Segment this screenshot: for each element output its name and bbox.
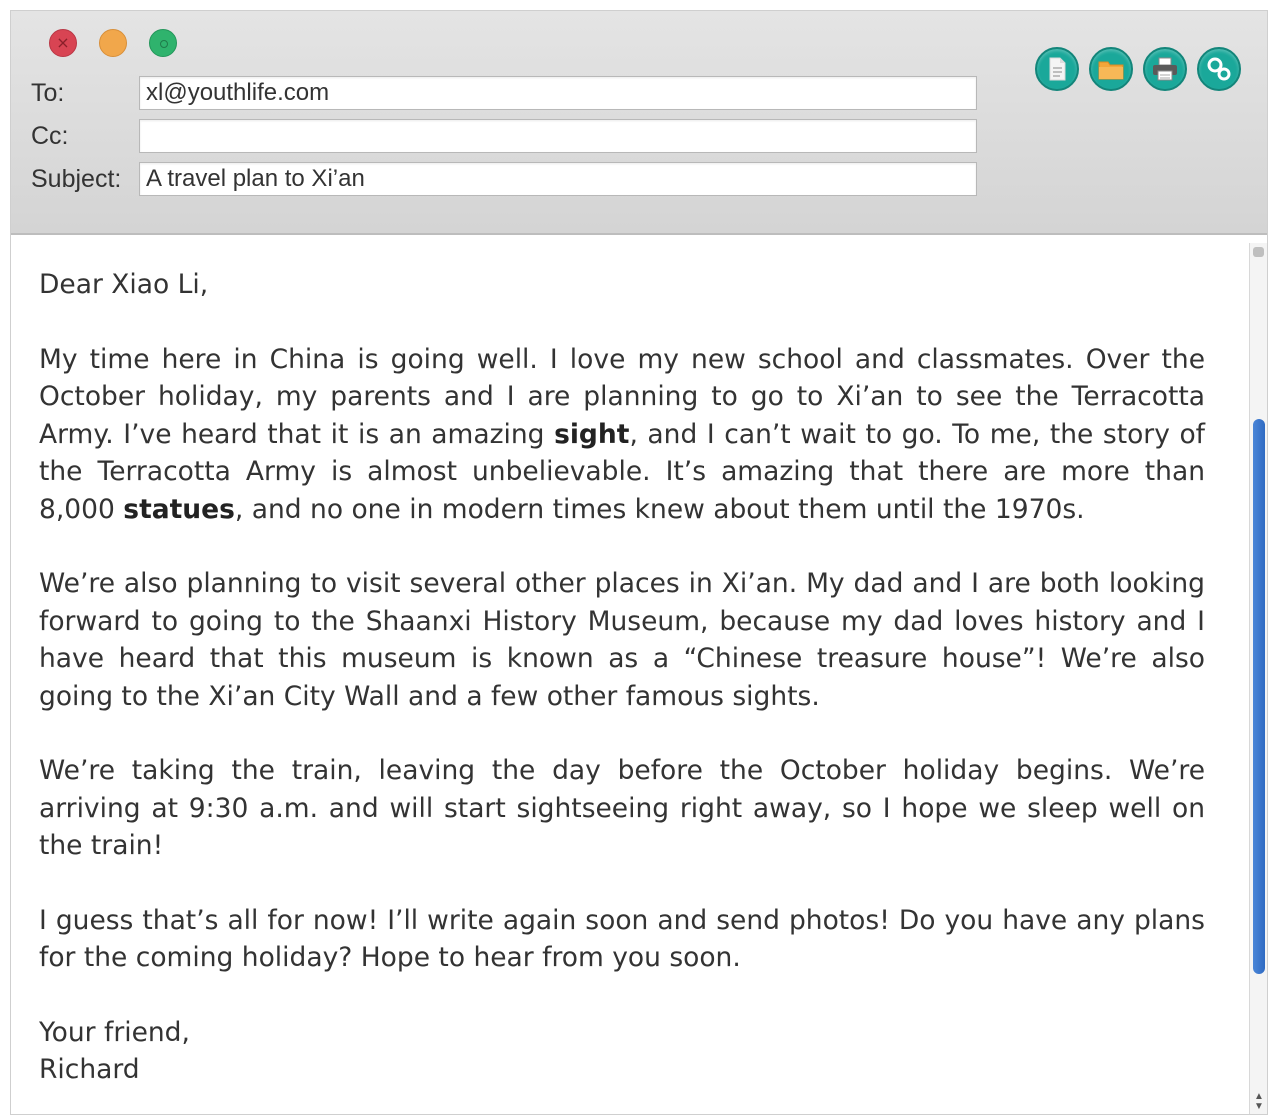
scroll-arrows-icon[interactable]: ▲ ▼ (1252, 1092, 1266, 1112)
folder-icon (1098, 58, 1124, 80)
to-field[interactable] (139, 76, 977, 110)
closing: Your friend, (39, 1016, 190, 1048)
greeting: Dear Xiao Li, (39, 269, 209, 300)
keyword-sight: sight (554, 418, 630, 450)
scroll-track-top (1253, 247, 1264, 257)
document-icon (1047, 57, 1067, 81)
to-label: To: (31, 78, 65, 107)
subject-row: Subject: (31, 161, 977, 197)
to-row: To: (31, 75, 977, 111)
document-button[interactable] (1035, 47, 1079, 91)
paragraph-1: My time here in China is going well. I l… (39, 341, 1205, 529)
compose-header: To: Cc: Subject: (11, 11, 1267, 235)
paragraph-1-part-d: , and no one in modern times knew about … (234, 493, 1085, 525)
cc-row: Cc: (31, 118, 977, 154)
printer-icon (1152, 57, 1178, 81)
message-body[interactable]: Dear Xiao Li, My time here in China is g… (39, 266, 1205, 1089)
print-button[interactable] (1143, 47, 1187, 91)
paragraph-2: We’re also planning to visit several oth… (39, 568, 1205, 712)
settings-button[interactable] (1197, 47, 1241, 91)
maximize-window-button[interactable] (149, 29, 177, 57)
subject-label: Subject: (31, 164, 122, 193)
scroll-thumb[interactable] (1253, 419, 1265, 974)
paragraph-4: I guess that’s all for now! I’ll write a… (39, 904, 1205, 974)
folder-button[interactable] (1089, 47, 1133, 91)
vertical-scrollbar[interactable]: ▲ ▼ (1249, 243, 1267, 1114)
signature: Richard (39, 1054, 140, 1085)
paragraph-3: We’re taking the train, leaving the day … (39, 755, 1205, 861)
keyword-statues: statues (123, 493, 235, 525)
close-window-button[interactable] (49, 29, 77, 57)
settings-icon (1205, 55, 1233, 83)
window-controls (49, 29, 177, 57)
minimize-window-button[interactable] (99, 29, 127, 57)
cc-field[interactable] (139, 119, 977, 153)
cc-label: Cc: (31, 121, 69, 150)
subject-field[interactable] (139, 162, 977, 196)
toolbar (1035, 47, 1241, 91)
email-window: To: Cc: Subject: (10, 10, 1268, 1115)
